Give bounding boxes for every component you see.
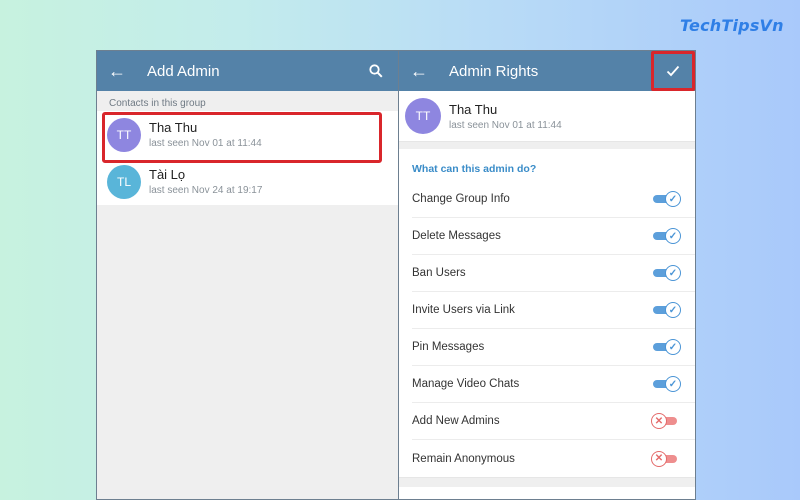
permission-list: Change Group Info ✓ Delete Messages ✓ Ba… bbox=[399, 181, 695, 477]
brand-watermark: TechTipsVn bbox=[680, 16, 784, 35]
check-icon: ✓ bbox=[665, 376, 681, 392]
check-icon: ✓ bbox=[665, 339, 681, 355]
permission-toggle[interactable]: ✕ bbox=[651, 413, 679, 429]
permission-row[interactable]: Add New Admins ✕ bbox=[412, 403, 695, 440]
search-icon bbox=[369, 64, 383, 78]
highlight-box bbox=[102, 112, 382, 163]
permission-toggle[interactable]: ✓ bbox=[653, 339, 681, 355]
permission-toggle[interactable]: ✓ bbox=[653, 191, 681, 207]
permission-label: Delete Messages bbox=[412, 230, 501, 242]
permission-toggle[interactable]: ✓ bbox=[653, 376, 681, 392]
add-admin-header: ← Add Admin bbox=[97, 51, 398, 91]
permission-row[interactable]: Remain Anonymous ✕ bbox=[412, 440, 695, 477]
permission-label: Manage Video Chats bbox=[412, 378, 520, 390]
search-button[interactable] bbox=[354, 51, 398, 91]
permission-toggle[interactable]: ✓ bbox=[653, 265, 681, 281]
check-icon: ✓ bbox=[665, 265, 681, 281]
permission-label: Add New Admins bbox=[412, 415, 500, 427]
check-icon: ✓ bbox=[665, 302, 681, 318]
permission-row[interactable]: Delete Messages ✓ bbox=[412, 218, 695, 255]
permission-row[interactable]: Manage Video Chats ✓ bbox=[412, 366, 695, 403]
permission-toggle[interactable]: ✕ bbox=[651, 450, 679, 467]
permissions-heading: What can this admin do? bbox=[412, 163, 537, 175]
permission-label: Change Group Info bbox=[412, 193, 510, 205]
permission-row[interactable]: Invite Users via Link ✓ bbox=[412, 292, 695, 329]
header-title: Add Admin bbox=[147, 62, 220, 80]
contact-item[interactable]: TL Tài Lọ last seen Nov 24 at 19:17 bbox=[97, 158, 398, 205]
section-label: Contacts in this group bbox=[109, 98, 206, 109]
permission-row[interactable]: Ban Users ✓ bbox=[412, 255, 695, 292]
avatar: TT bbox=[405, 98, 441, 134]
permission-toggle[interactable]: ✓ bbox=[653, 302, 681, 318]
permission-row[interactable]: Pin Messages ✓ bbox=[412, 329, 695, 366]
add-admin-screen: ← Add Admin Contacts in this group TT Th… bbox=[96, 50, 399, 500]
admin-rights-screen: ← Admin Rights TT Tha Thu last seen Nov … bbox=[398, 50, 696, 500]
divider bbox=[399, 141, 695, 149]
admin-rights-header: ← Admin Rights bbox=[399, 51, 695, 91]
confirm-button[interactable] bbox=[651, 51, 695, 91]
permission-toggle[interactable]: ✓ bbox=[653, 228, 681, 244]
back-button[interactable]: ← bbox=[399, 61, 439, 82]
divider bbox=[399, 477, 695, 487]
permission-label: Pin Messages bbox=[412, 341, 485, 353]
contact-status: last seen Nov 24 at 19:17 bbox=[149, 185, 263, 196]
user-status: last seen Nov 01 at 11:44 bbox=[449, 119, 562, 131]
arrow-left-icon: ← bbox=[410, 60, 428, 81]
back-button[interactable]: ← bbox=[97, 61, 137, 82]
header-title: Admin Rights bbox=[449, 62, 539, 80]
permission-row[interactable]: Change Group Info ✓ bbox=[412, 181, 695, 218]
cross-icon: ✕ bbox=[651, 413, 667, 429]
checkmark-icon bbox=[666, 65, 680, 77]
permission-label: Remain Anonymous bbox=[412, 452, 515, 465]
cross-icon: ✕ bbox=[651, 450, 667, 467]
permission-label: Invite Users via Link bbox=[412, 304, 515, 316]
check-icon: ✓ bbox=[665, 228, 681, 244]
arrow-left-icon: ← bbox=[108, 60, 126, 81]
permission-label: Ban Users bbox=[412, 267, 466, 279]
admin-profile: TT Tha Thu last seen Nov 01 at 11:44 bbox=[399, 91, 695, 141]
contact-name: Tài Lọ bbox=[149, 167, 186, 182]
avatar: TL bbox=[107, 164, 141, 199]
user-name: Tha Thu bbox=[449, 101, 498, 117]
check-icon: ✓ bbox=[665, 191, 681, 207]
